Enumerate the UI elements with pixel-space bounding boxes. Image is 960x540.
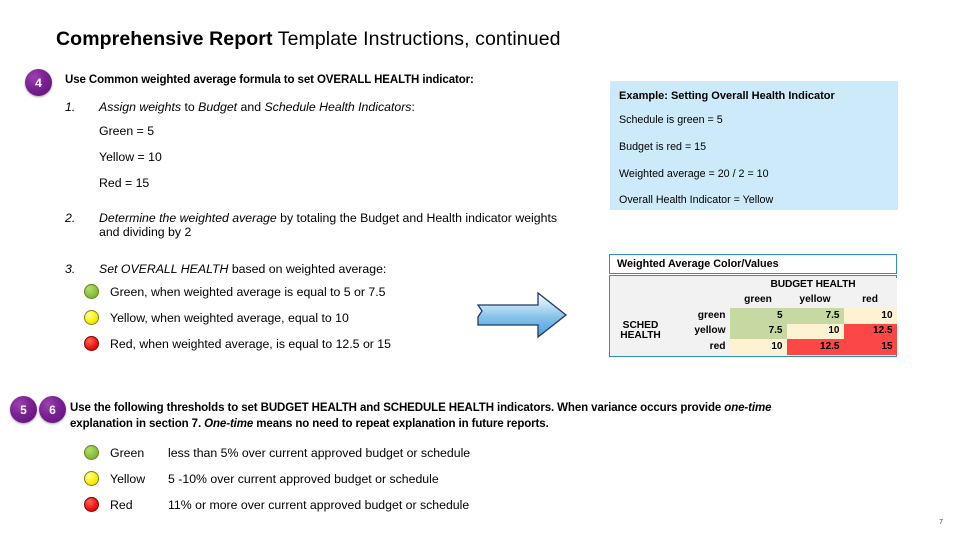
cell-green-green: 5 xyxy=(729,308,787,324)
weight-yellow: Yellow = 10 xyxy=(99,150,162,164)
cell-blank-2 xyxy=(669,277,730,293)
overall-threshold-yellow-text: Yellow, when weighted average, equal to … xyxy=(110,310,349,325)
example-line-2: Budget is red = 15 xyxy=(619,141,707,153)
step-badge-6: 6 xyxy=(39,396,66,423)
budget-threshold-yellow: Yellow 5 -10% over current approved budg… xyxy=(84,471,439,486)
table-row-column-headers: green yellow red xyxy=(611,292,897,309)
status-dot-green-icon xyxy=(84,445,99,460)
item-1-a: Assign weights xyxy=(99,100,182,114)
item-2-body: Determine the weighted average by totali… xyxy=(99,211,575,239)
flow-arrow-icon xyxy=(476,291,568,339)
step-56-para-b: explanation in section 7. xyxy=(70,418,205,430)
overall-threshold-red-text: Red, when weighted average, is equal to … xyxy=(110,336,391,351)
example-line-3: Weighted average = 20 / 2 = 10 xyxy=(619,168,769,180)
cell-green-yellow: 7.5 xyxy=(786,308,844,324)
row-label-red: red xyxy=(669,339,730,355)
status-dot-yellow-icon xyxy=(84,310,99,325)
cell-yellow-red: 12.5 xyxy=(843,323,897,340)
item-1-e: Schedule Health Indicators xyxy=(264,100,412,114)
item-3-body: Set OVERALL HEALTH based on weighted ave… xyxy=(99,262,535,276)
cell-blank-1 xyxy=(611,277,670,293)
item-2-a: Determine the weighted average xyxy=(99,211,277,225)
status-dot-red-icon xyxy=(84,336,99,351)
step-4-heading: Use Common weighted average formula to s… xyxy=(65,74,474,86)
page-title-bold: Comprehensive Report xyxy=(56,28,273,50)
item-3-b: based on weighted average: xyxy=(228,262,387,276)
item-1-c: Budget xyxy=(198,100,238,114)
example-callout-title: Example: Setting Overall Health Indicato… xyxy=(619,90,835,102)
item-2-number: 2. xyxy=(65,211,76,225)
overall-threshold-green: Green, when weighted average is equal to… xyxy=(84,284,386,299)
step-56-paragraph: Use the following thresholds to set BUDG… xyxy=(70,400,932,432)
overall-threshold-green-text: Green, when weighted average is equal to… xyxy=(110,284,386,299)
page-number: 7 xyxy=(939,519,943,526)
cell-red-yellow: 12.5 xyxy=(786,339,844,355)
cell-green-red: 10 xyxy=(843,308,897,324)
table-row-group-header: BUDGET HEALTH xyxy=(611,277,897,293)
col-header-yellow: yellow xyxy=(786,292,844,309)
example-line-4: Overall Health Indicator = Yellow xyxy=(619,194,774,206)
budget-threshold-red: Red 11% or more over current approved bu… xyxy=(84,497,469,512)
status-dot-green-icon xyxy=(84,284,99,299)
item-3-a: Set OVERALL HEALTH xyxy=(99,262,229,276)
col-header-green: green xyxy=(729,292,787,309)
overall-threshold-yellow: Yellow, when weighted average, equal to … xyxy=(84,310,349,325)
sched-health-group-header: SCHED HEALTH xyxy=(611,308,670,355)
budget-threshold-green-label: Green xyxy=(110,445,145,460)
weight-green: Green = 5 xyxy=(99,124,155,138)
example-callout: Example: Setting Overall Health Indicato… xyxy=(610,81,898,210)
step-4-item-3: 3. Set OVERALL HEALTH based on weighted … xyxy=(65,262,535,276)
budget-health-group-header: BUDGET HEALTH xyxy=(729,277,897,293)
page-title-rest: Template Instructions, continued xyxy=(272,28,561,50)
status-dot-yellow-icon xyxy=(84,471,99,486)
item-3-number: 3. xyxy=(65,262,76,276)
budget-threshold-red-text: 11% or more over current approved budget… xyxy=(168,497,470,512)
item-1-d: and xyxy=(237,100,265,114)
row-label-green: green xyxy=(669,308,730,324)
budget-threshold-yellow-text: 5 -10% over current approved budget or s… xyxy=(168,471,439,486)
step-56-para-b-italic: One-time xyxy=(204,418,254,430)
step-56-para-b-tail: means no need to repeat explanation in f… xyxy=(253,418,549,430)
step-56-para-a-italic: one-time xyxy=(724,402,772,414)
item-1-f: : xyxy=(411,100,415,114)
row-label-yellow: yellow xyxy=(669,323,730,340)
step-badge-4: 4 xyxy=(25,69,52,96)
overall-threshold-red: Red, when weighted average, is equal to … xyxy=(84,336,391,351)
cell-red-green: 10 xyxy=(729,339,787,355)
cell-blank-4 xyxy=(669,292,730,309)
weighted-average-table-title: Weighted Average Color/Values xyxy=(609,254,897,274)
weight-red: Red = 15 xyxy=(99,176,150,190)
item-1-number: 1. xyxy=(65,100,76,114)
cell-yellow-yellow: 10 xyxy=(786,323,844,340)
sched-health-line-2: HEALTH xyxy=(620,330,661,342)
table-row: SCHED HEALTH green 5 7.5 10 xyxy=(611,308,897,355)
cell-blank-3 xyxy=(611,292,670,309)
item-1-body: Assign weights to Budget and Schedule He… xyxy=(99,100,535,114)
weighted-average-table: BUDGET HEALTH green yellow red SCHED HEA… xyxy=(609,275,897,357)
step-4-item-1: 1. Assign weights to Budget and Schedule… xyxy=(65,100,535,114)
budget-threshold-red-label: Red xyxy=(110,497,133,512)
page-title: Comprehensive Report Template Instructio… xyxy=(56,28,561,51)
status-dot-red-icon xyxy=(84,497,99,512)
col-header-red: red xyxy=(843,292,897,309)
step-56-para-a: Use the following thresholds to set BUDG… xyxy=(70,402,725,414)
cell-red-red: 15 xyxy=(843,339,897,355)
step-badge-5: 5 xyxy=(10,396,37,423)
budget-threshold-green-text: less than 5% over current approved budge… xyxy=(168,445,471,460)
step-4-item-2: 2. Determine the weighted average by tot… xyxy=(65,211,575,239)
item-1-b: to xyxy=(181,100,199,114)
budget-threshold-yellow-label: Yellow xyxy=(110,471,146,486)
cell-yellow-green: 7.5 xyxy=(729,323,787,340)
budget-threshold-green: Green less than 5% over current approved… xyxy=(84,445,470,460)
example-line-1: Schedule is green = 5 xyxy=(619,114,723,126)
